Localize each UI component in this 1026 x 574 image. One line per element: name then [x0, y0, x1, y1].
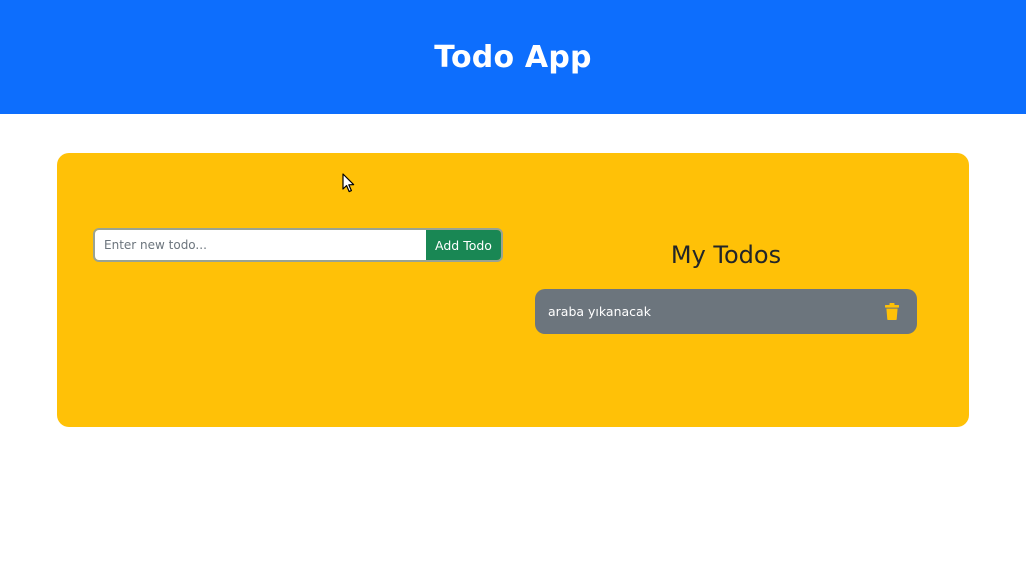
todo-panel: Add Todo My Todos araba yıkanacak	[57, 153, 969, 427]
trash-icon[interactable]	[882, 301, 902, 323]
todo-item: araba yıkanacak	[535, 289, 917, 334]
app-header: Todo App	[0, 0, 1026, 114]
todos-heading: My Todos	[670, 241, 782, 269]
app-title: Todo App	[434, 39, 592, 75]
todo-item-text: araba yıkanacak	[548, 304, 651, 319]
new-todo-input[interactable]	[95, 230, 426, 260]
add-todo-button[interactable]: Add Todo	[426, 230, 501, 260]
todo-form: Add Todo	[93, 228, 503, 262]
